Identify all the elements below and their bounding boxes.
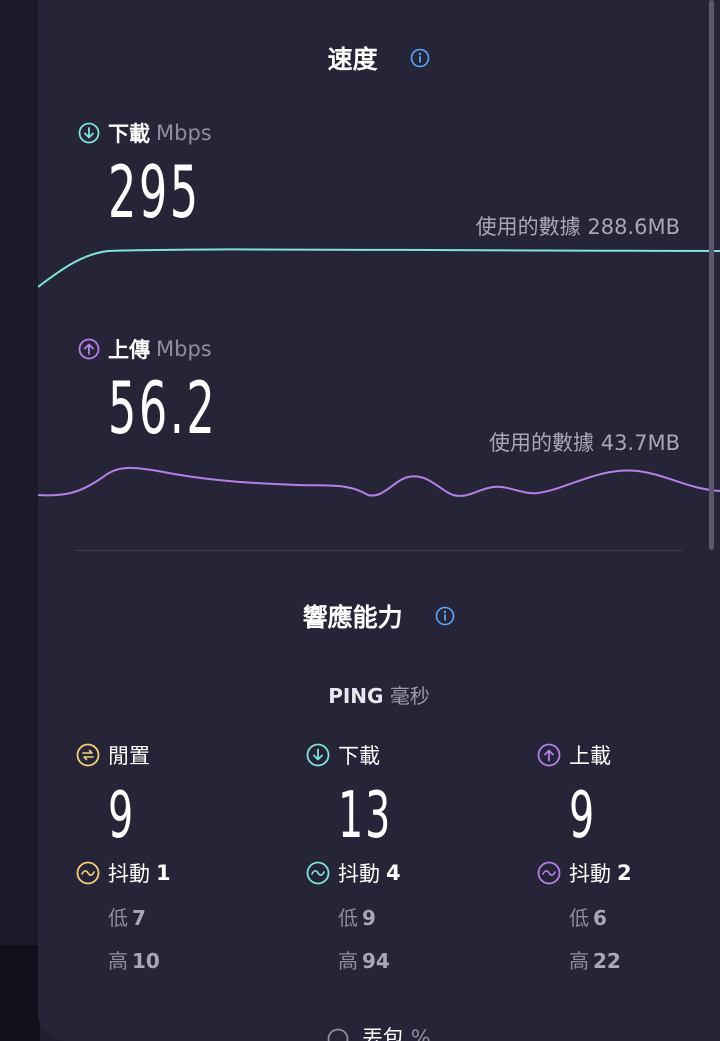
speed-section-title: 速度	[38, 40, 720, 76]
download-arrow-icon	[306, 743, 330, 767]
ping-label: PING	[328, 684, 384, 708]
idle-high: 高 10	[108, 945, 276, 974]
download-high-label: 高	[338, 949, 358, 973]
download-high-value: 94	[362, 949, 390, 973]
ping-upload-column: 上載 9 抖動 2 低6 高 22	[537, 740, 720, 974]
download-speed-value: 295	[108, 150, 201, 234]
download-speed-label: 下載 Mbps	[78, 118, 212, 148]
responsiveness-title: 響應能力	[302, 603, 403, 632]
jitter-icon	[76, 861, 100, 885]
download-low-label: 低	[338, 906, 358, 930]
upload-arrow-icon	[78, 338, 100, 360]
section-divider	[76, 550, 682, 551]
idle-jitter-label: 抖動	[108, 862, 150, 886]
ping-download-column: 下載 13 抖動 4 低9 高 94	[306, 740, 506, 974]
idle-high-value: 10	[132, 949, 160, 973]
background-bottom	[0, 945, 40, 1041]
download-ping-value: 13	[338, 779, 393, 853]
upload-graph-line	[38, 466, 720, 497]
info-icon[interactable]	[435, 606, 455, 626]
ping-idle-column: 閒置 9 抖動 1 低7 高 10	[76, 740, 276, 974]
idle-label: 閒置	[108, 744, 150, 768]
info-icon[interactable]	[410, 48, 430, 68]
upload-high: 高 22	[569, 945, 720, 974]
download-low: 低9	[338, 902, 506, 931]
idle-ping-value: 9	[108, 779, 136, 853]
download-jitter-label: 抖動	[338, 862, 380, 886]
idle-jitter-value: 1	[156, 861, 171, 885]
download-data-used: 使用的數據 288.6MB	[475, 215, 680, 239]
background-left	[0, 0, 40, 945]
upload-low-label: 低	[569, 906, 589, 930]
upload-low: 低6	[569, 902, 720, 931]
upload-arrow-icon	[537, 743, 561, 767]
ping-download-label: 下載	[338, 744, 380, 768]
upload-jitter-value: 2	[617, 861, 632, 885]
download-graph-line	[38, 248, 720, 288]
idle-low-label: 低	[108, 906, 128, 930]
idle-low-value: 7	[132, 906, 146, 930]
upload-unit: Mbps	[156, 337, 212, 361]
ping-upload-label: 上載	[569, 744, 611, 768]
ping-heading: PING 毫秒	[38, 680, 720, 709]
upload-data-used: 使用的數據 43.7MB	[489, 431, 680, 455]
results-panel: 速度 下載 Mbps 295 使用的數據 288.6MB 上傳 Mbps 56.…	[38, 0, 720, 1041]
upload-label: 上傳	[108, 338, 150, 362]
download-low-value: 9	[362, 906, 376, 930]
upload-speed-graph	[38, 466, 720, 497]
packet-loss-label: 丟包	[362, 1026, 405, 1041]
packet-loss-heading: 丟包 %	[38, 1022, 720, 1041]
idle-high-label: 高	[108, 949, 128, 973]
download-jitter-value: 4	[386, 861, 401, 885]
download-unit: Mbps	[156, 121, 212, 145]
download-speed-graph	[38, 248, 720, 288]
responsiveness-section-title: 響應能力	[38, 598, 720, 634]
upload-high-label: 高	[569, 949, 589, 973]
scrollbar[interactable]	[709, 0, 714, 550]
jitter-icon	[306, 861, 330, 885]
idle-icon	[76, 743, 100, 767]
jitter-icon	[537, 861, 561, 885]
upload-speed-value: 56.2	[108, 366, 218, 450]
upload-jitter-label: 抖動	[569, 862, 611, 886]
upload-ping-value: 9	[569, 779, 597, 853]
upload-speed-label: 上傳 Mbps	[78, 334, 212, 364]
upload-high-value: 22	[593, 949, 621, 973]
packet-loss-icon	[327, 1028, 349, 1041]
download-label: 下載	[108, 122, 150, 146]
packet-loss-unit: %	[410, 1026, 431, 1041]
upload-low-value: 6	[593, 906, 607, 930]
idle-low: 低7	[108, 902, 276, 931]
speed-title: 速度	[327, 45, 378, 74]
download-arrow-icon	[78, 122, 100, 144]
download-high: 高 94	[338, 945, 506, 974]
ping-unit: 毫秒	[389, 684, 430, 708]
